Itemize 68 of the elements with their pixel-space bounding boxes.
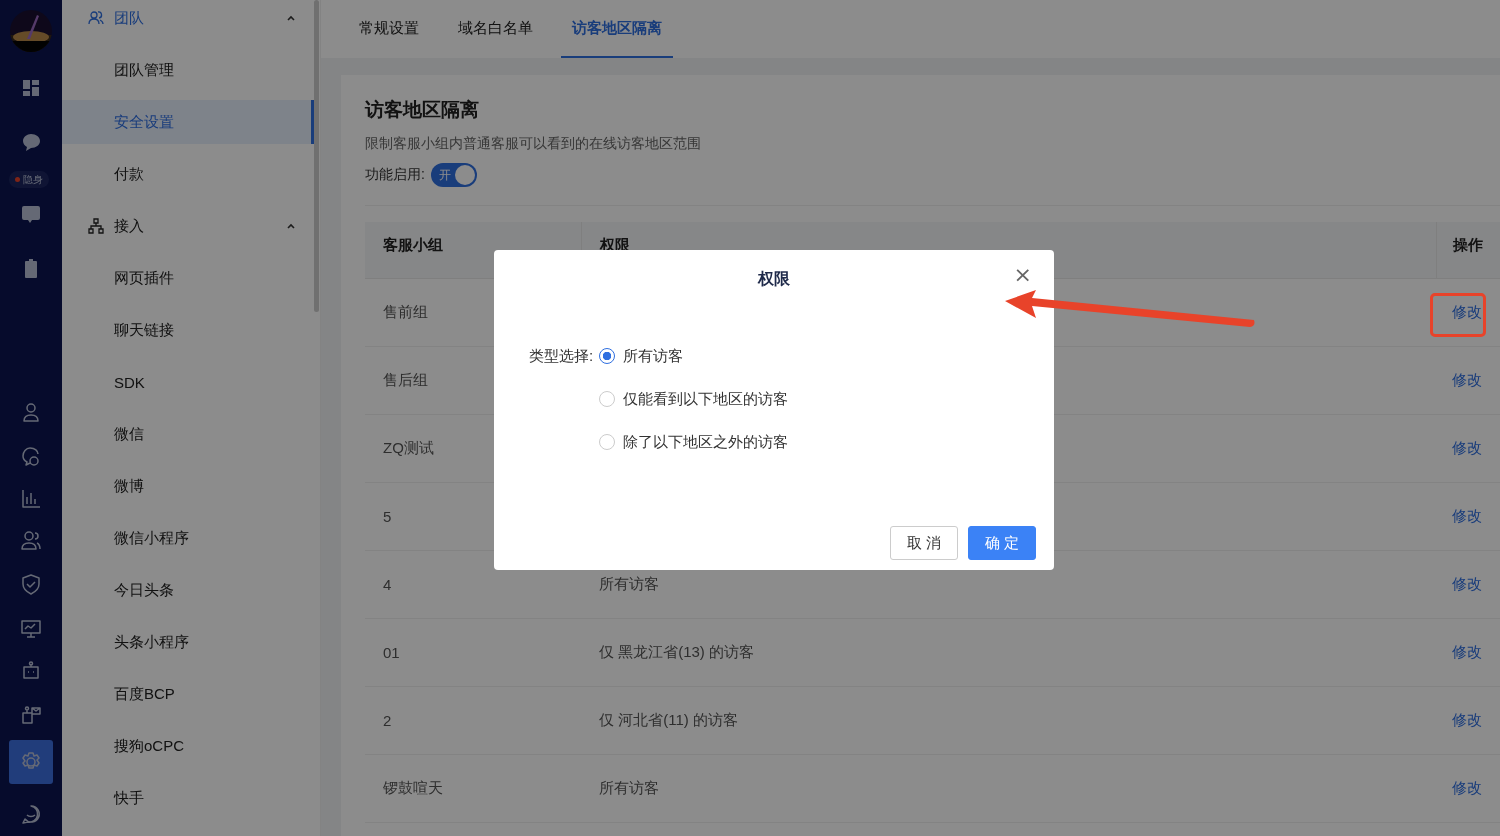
table-cell: 01	[383, 644, 400, 661]
menu-group[interactable]: 接入	[62, 204, 320, 248]
edit-link[interactable]: 修改	[1452, 439, 1482, 458]
field-label: 类型选择:	[529, 346, 594, 366]
table-cell: 4	[383, 576, 392, 593]
rail-icon	[20, 703, 42, 725]
rail-button[interactable]	[9, 740, 53, 784]
tab[interactable]: 常规设置	[348, 0, 430, 58]
rail-icon	[20, 77, 42, 99]
rail-icon	[20, 803, 42, 825]
column-header: 操作	[1436, 222, 1500, 278]
radio-option[interactable]: 所有访客	[599, 344, 789, 368]
menu-item[interactable]: 微博	[62, 464, 314, 508]
rail-icon	[20, 617, 42, 639]
radio-option[interactable]: 除了以下地区之外的访客	[599, 430, 789, 454]
group-icon	[88, 218, 104, 234]
group-icon	[88, 10, 104, 26]
table-cell: 5	[383, 508, 392, 525]
edit-link[interactable]: 修改	[1452, 711, 1482, 730]
radio-option[interactable]: 仅能看到以下地区的访客	[599, 387, 789, 411]
rail-icon	[20, 529, 42, 551]
menu-group[interactable]: 团队	[62, 0, 320, 40]
edit-link[interactable]: 修改	[1452, 575, 1482, 594]
table-cell: 售后组	[383, 371, 428, 390]
menu-item[interactable]: 微信小程序	[62, 516, 314, 560]
menu-item[interactable]: 微信	[62, 412, 314, 456]
rail-icon	[20, 203, 42, 225]
table-cell: 仅 河北省(11) 的访客	[599, 711, 738, 730]
menu-item[interactable]: 搜狗oCPC	[62, 724, 314, 768]
table-cell: 仅 黑龙江省(13) 的访客	[599, 643, 754, 662]
edit-link[interactable]: 修改	[1452, 779, 1482, 798]
rail-icon	[20, 573, 42, 595]
rail-icon	[20, 131, 42, 153]
edit-link[interactable]: 修改	[1452, 507, 1482, 526]
section-description: 限制客服小组内普通客服可以看到的在线访客地区范围	[365, 135, 702, 153]
cancel-button[interactable]: 取 消	[890, 526, 958, 560]
edit-link[interactable]: 修改	[1452, 303, 1482, 322]
menu-item[interactable]: 今日头条	[62, 568, 314, 612]
table-cell: 所有访客	[599, 779, 659, 798]
toggle-label: 功能启用:	[365, 166, 425, 184]
rail-icon	[20, 401, 42, 423]
edit-link[interactable]: 修改	[1452, 643, 1482, 662]
confirm-button[interactable]: 确 定	[968, 526, 1036, 560]
menu-item[interactable]: 快手	[62, 776, 314, 820]
scrollbar[interactable]	[314, 0, 319, 312]
table-cell: 2	[383, 712, 392, 729]
enable-switch[interactable]: 开	[430, 163, 477, 187]
section-title: 访客地区隔离	[365, 98, 480, 122]
table-cell: 售前组	[383, 303, 428, 322]
tab[interactable]: 访客地区隔离	[561, 0, 673, 58]
rail-icon	[20, 487, 42, 509]
menu-item[interactable]: 付款	[62, 152, 314, 196]
menu-item[interactable]: 安全设置	[62, 100, 314, 144]
menu-item[interactable]: 团队管理	[62, 48, 314, 92]
rail-icon	[20, 445, 42, 467]
menu-item[interactable]: 聊天链接	[62, 308, 314, 352]
menu-item[interactable]: 头条小程序	[62, 620, 314, 664]
tab[interactable]: 域名白名单	[447, 0, 544, 58]
menu-item[interactable]: SDK	[62, 360, 314, 404]
table-cell: ZQ测试	[383, 439, 434, 458]
menu-item[interactable]: 百度BCP	[62, 672, 314, 716]
rail-icon	[20, 659, 42, 681]
table-cell: 锣鼓喧天	[383, 779, 443, 798]
column-header: 客服小组	[382, 234, 444, 255]
status-badge[interactable]: 隐身	[9, 171, 49, 188]
edit-link[interactable]: 修改	[1452, 371, 1482, 390]
menu-item[interactable]: 网页插件	[62, 256, 314, 300]
table-cell: 所有访客	[599, 575, 659, 594]
